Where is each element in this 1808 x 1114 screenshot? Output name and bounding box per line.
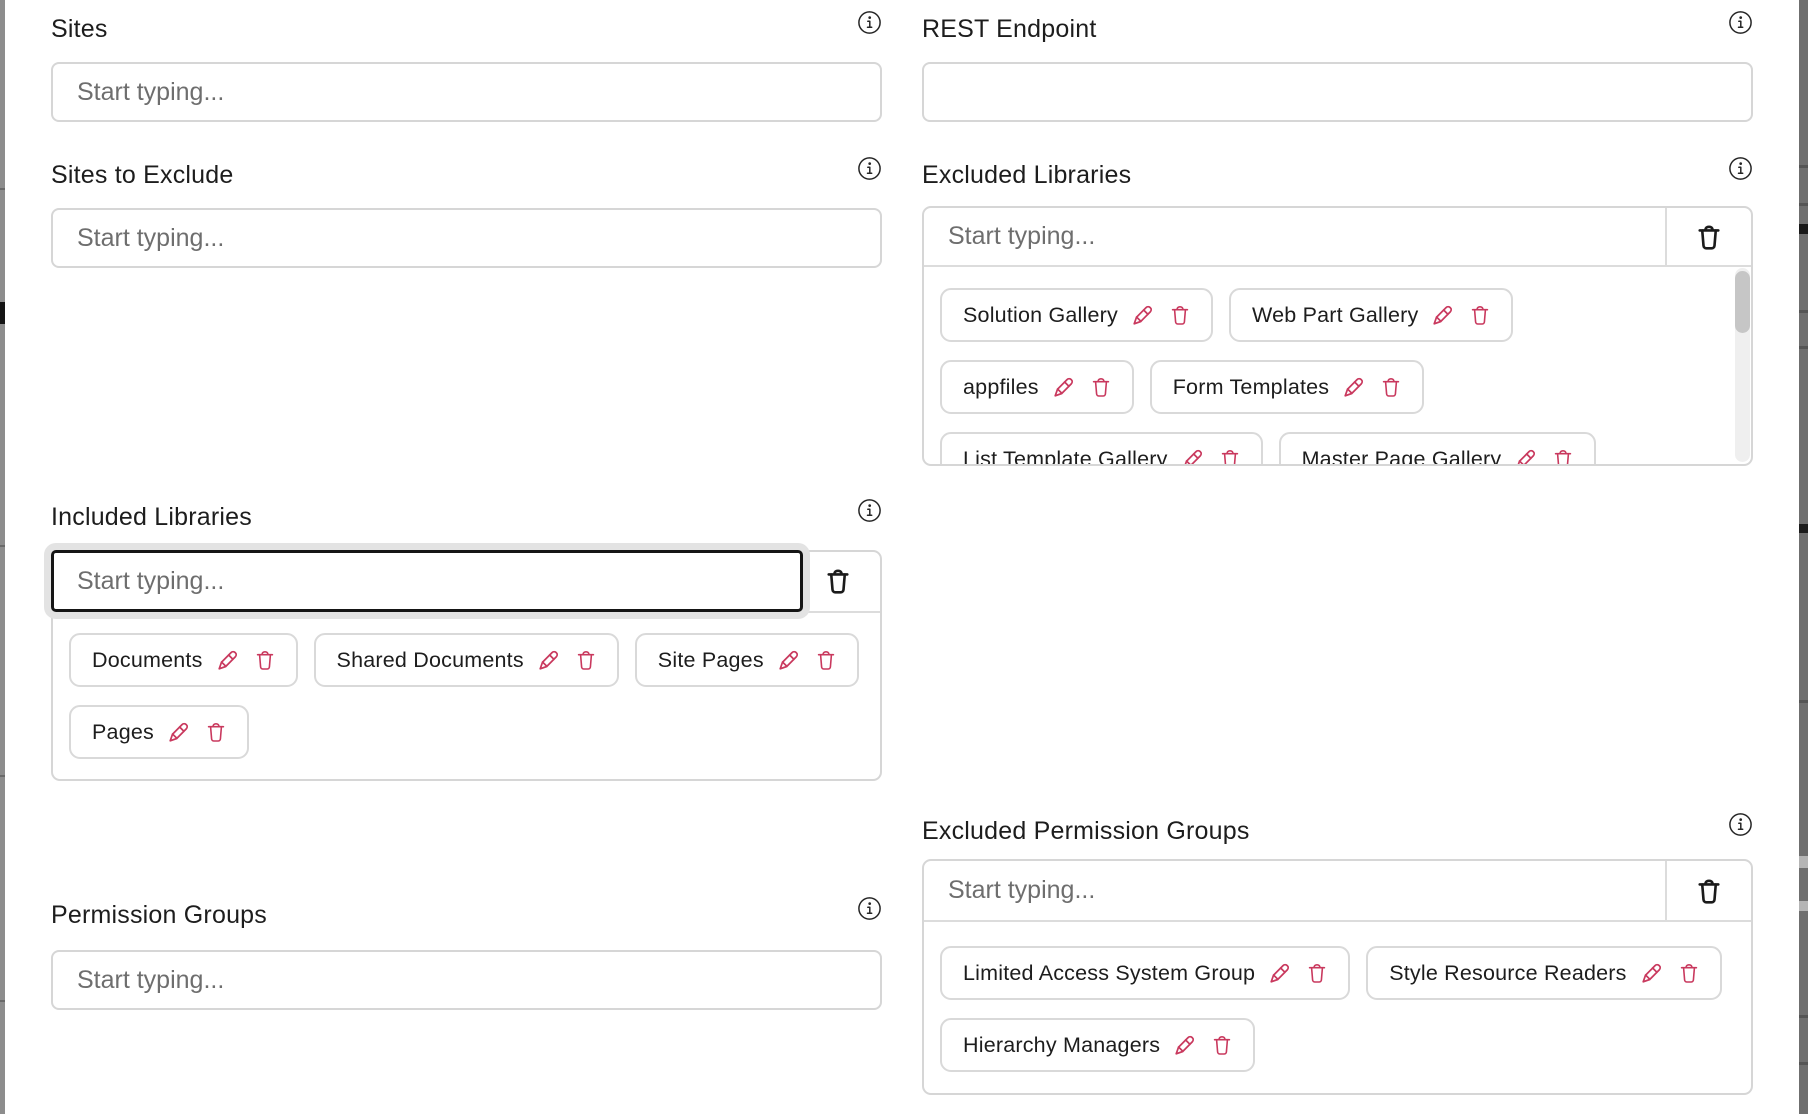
chip: Pages [69, 705, 249, 759]
delete-icon[interactable] [1677, 961, 1701, 985]
info-icon[interactable] [1728, 10, 1753, 35]
info-icon[interactable] [857, 156, 882, 181]
edit-icon[interactable] [1130, 302, 1156, 328]
edit-icon[interactable] [1430, 302, 1456, 328]
delete-icon[interactable] [1210, 1033, 1234, 1057]
sites-input[interactable] [51, 62, 882, 122]
delete-icon[interactable] [814, 648, 838, 672]
info-icon[interactable] [857, 498, 882, 523]
excluded-libraries-field: Solution Gallery Web Part Gallery appfil… [922, 206, 1753, 466]
chip: Solution Gallery [940, 288, 1213, 342]
trash-icon [1694, 876, 1724, 906]
delete-icon[interactable] [1379, 375, 1403, 399]
delete-icon[interactable] [1089, 375, 1113, 399]
edit-icon[interactable] [1341, 374, 1367, 400]
page-edge-right [1799, 0, 1808, 1114]
edit-icon[interactable] [1172, 1032, 1198, 1058]
chip-label: Pages [92, 720, 154, 745]
chip-label: List Template Gallery [963, 447, 1168, 465]
edit-icon[interactable] [1051, 374, 1077, 400]
clear-all-button[interactable] [796, 552, 880, 609]
page-edge-left [0, 0, 5, 1114]
chip-label: Solution Gallery [963, 303, 1118, 328]
rest-endpoint-label: REST Endpoint [922, 12, 1096, 46]
included-libraries-field: Documents Shared Documents Site Pages Pa… [51, 550, 882, 781]
info-icon[interactable] [1728, 156, 1753, 181]
info-icon[interactable] [1728, 812, 1753, 837]
rest-endpoint-input[interactable] [922, 62, 1753, 122]
settings-form-page: Sites REST Endpoint Sites to Exclude Exc… [0, 0, 1808, 1114]
chip: Site Pages [635, 633, 859, 687]
included-libraries-label: Included Libraries [51, 500, 252, 534]
edit-icon[interactable] [215, 647, 241, 673]
chip-label: appfiles [963, 375, 1039, 400]
chip: Style Resource Readers [1366, 946, 1721, 1000]
delete-icon[interactable] [1551, 447, 1575, 464]
info-icon[interactable] [857, 10, 882, 35]
scrollbar-track[interactable] [1735, 268, 1750, 462]
chip-label: Site Pages [658, 648, 764, 673]
sites-to-exclude-input[interactable] [51, 208, 882, 268]
sites-to-exclude-label: Sites to Exclude [51, 158, 233, 192]
clear-all-button[interactable] [1667, 208, 1751, 265]
chip: Web Part Gallery [1229, 288, 1514, 342]
excluded-permission-groups-label: Excluded Permission Groups [922, 814, 1250, 848]
chip: appfiles [940, 360, 1134, 414]
delete-icon[interactable] [574, 648, 598, 672]
excluded-libraries-label: Excluded Libraries [922, 158, 1131, 192]
chip-label: Shared Documents [337, 648, 524, 673]
delete-icon[interactable] [204, 720, 228, 744]
permission-groups-label: Permission Groups [51, 898, 267, 932]
chip-label: Hierarchy Managers [963, 1033, 1160, 1058]
chip-label: Web Part Gallery [1252, 303, 1419, 328]
chip-label: Limited Access System Group [963, 961, 1255, 986]
chip-label: Documents [92, 648, 203, 673]
excluded-permission-groups-field: Limited Access System Group Style Resour… [922, 859, 1753, 1095]
delete-icon[interactable] [1305, 961, 1329, 985]
excluded-libraries-chip-list: Solution Gallery Web Part Gallery appfil… [924, 267, 1751, 464]
info-icon[interactable] [857, 896, 882, 921]
edit-icon[interactable] [1513, 446, 1539, 464]
sites-label: Sites [51, 12, 108, 46]
chip: Hierarchy Managers [940, 1018, 1255, 1072]
delete-icon[interactable] [1468, 303, 1492, 327]
trash-icon [1694, 222, 1724, 252]
chip: List Template Gallery [940, 432, 1263, 464]
excluded-permission-groups-chip-list: Limited Access System Group Style Resour… [924, 922, 1751, 1093]
edit-icon[interactable] [776, 647, 802, 673]
delete-icon[interactable] [1168, 303, 1192, 327]
edit-icon[interactable] [536, 647, 562, 673]
edit-icon[interactable] [1180, 446, 1206, 464]
chip: Form Templates [1150, 360, 1425, 414]
delete-icon[interactable] [253, 648, 277, 672]
chip-label: Style Resource Readers [1389, 961, 1626, 986]
edit-icon[interactable] [1639, 960, 1665, 986]
excluded-permission-groups-input[interactable] [924, 861, 1665, 920]
delete-icon[interactable] [1218, 447, 1242, 464]
chip: Master Page Gallery [1279, 432, 1597, 464]
edit-icon[interactable] [1267, 960, 1293, 986]
chip: Documents [69, 633, 298, 687]
scrollbar-thumb[interactable] [1735, 271, 1750, 333]
trash-icon [823, 566, 853, 596]
edit-icon[interactable] [166, 719, 192, 745]
clear-all-button[interactable] [1667, 861, 1751, 920]
included-libraries-chip-list: Documents Shared Documents Site Pages Pa… [53, 613, 880, 781]
chip: Limited Access System Group [940, 946, 1350, 1000]
chip: Shared Documents [314, 633, 619, 687]
permission-groups-input[interactable] [51, 950, 882, 1010]
chip-label: Master Page Gallery [1302, 447, 1502, 465]
chip-label: Form Templates [1173, 375, 1330, 400]
included-libraries-input[interactable] [51, 550, 803, 612]
excluded-libraries-input[interactable] [924, 208, 1665, 265]
